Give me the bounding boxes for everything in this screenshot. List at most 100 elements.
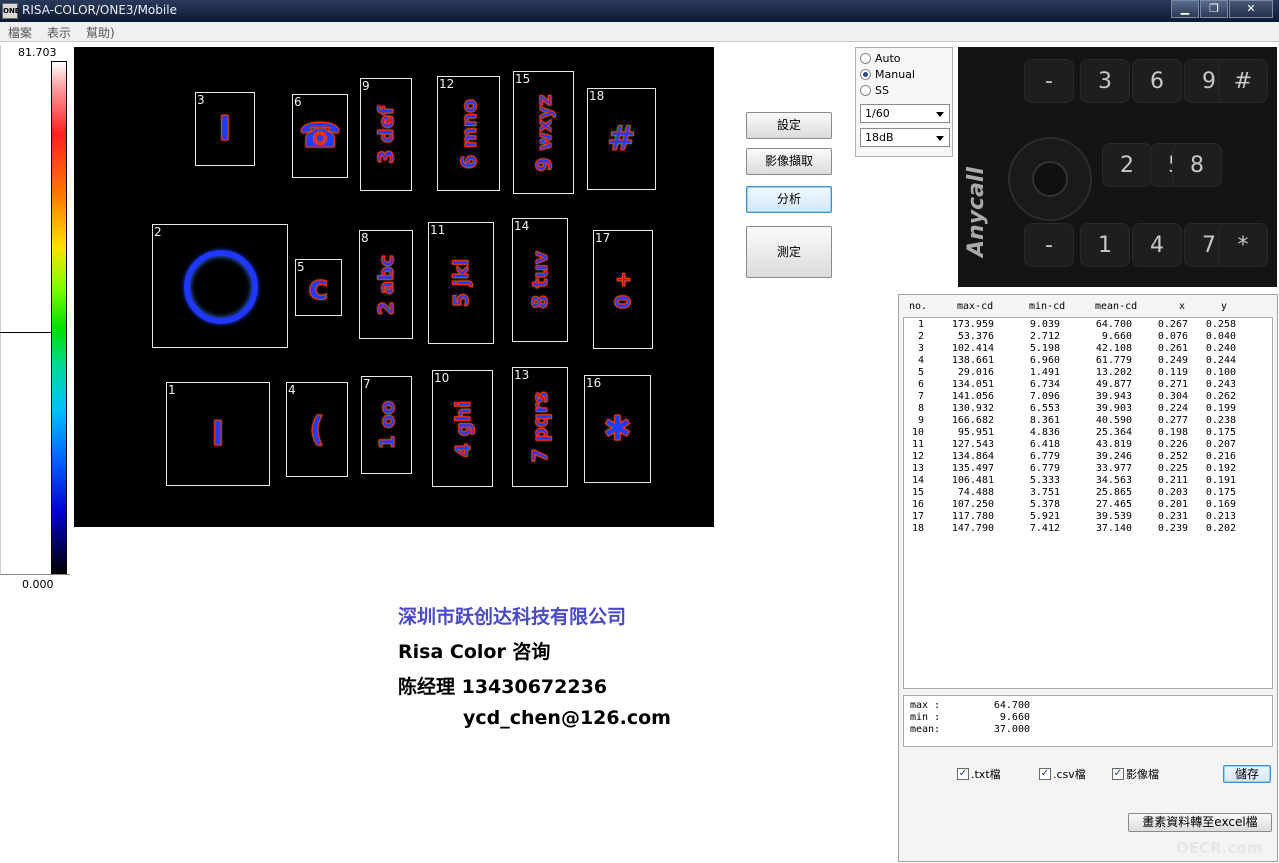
restore-button[interactable]: ❐ — [1200, 0, 1228, 18]
table-cell: 141.056 — [951, 391, 994, 402]
checkbox-label: .txt檔 — [971, 768, 1001, 781]
table-cell: 102.414 — [951, 343, 994, 354]
phone-nav-key — [1008, 137, 1092, 221]
shutter-value: 1/60 — [865, 107, 890, 120]
table-row[interactable]: 13 135.497 6.779 33.977 0.225 0.192 — [904, 463, 1272, 475]
table-cell: 12 — [911, 451, 924, 462]
roi-box-2[interactable]: 2 — [152, 224, 288, 348]
roi-box-16[interactable]: 16 ✱ — [584, 375, 651, 483]
table-row[interactable]: 16 107.250 5.378 27.465 0.201 0.169 — [904, 499, 1272, 511]
table-row[interactable]: 8 130.932 6.553 39.903 0.224 0.199 — [904, 403, 1272, 415]
table-row[interactable]: 18 147.790 7.412 37.140 0.239 0.202 — [904, 523, 1272, 535]
table-cell: 0.100 — [1205, 367, 1236, 378]
roi-box-15[interactable]: 15 9 wxyz — [513, 71, 574, 194]
table-row[interactable]: 10 95.951 4.836 25.364 0.198 0.175 — [904, 427, 1272, 439]
radio-manual-label: Manual — [875, 67, 915, 81]
roi-box-7[interactable]: 71 oo — [361, 376, 412, 474]
analyze-button[interactable]: 分析 — [746, 186, 832, 213]
save-option-1[interactable]: ✓ .csv檔 — [1039, 767, 1086, 781]
roi-box-13[interactable]: 13 7 pqrs — [512, 367, 568, 487]
stat-row: max : 64.700 — [910, 700, 1272, 712]
key-glyph: I — [211, 414, 225, 455]
radio-manual[interactable]: Manual — [860, 66, 915, 82]
key-glyph: c — [308, 267, 329, 308]
radio-manual-circle[interactable] — [860, 68, 871, 80]
capture-button[interactable]: 影像擷取 — [746, 148, 832, 175]
roi-number: 1 — [168, 383, 176, 397]
table-cell: 0.271 — [1157, 379, 1188, 390]
table-cell: 39.903 — [1095, 403, 1132, 414]
scale-bottom-line — [0, 574, 70, 575]
phone-key: * — [1218, 223, 1268, 267]
roi-box-8[interactable]: 8 2 abc — [359, 230, 413, 339]
roi-number: 2 — [154, 225, 162, 239]
table-cell: 0.267 — [1157, 319, 1188, 330]
phone-nav-center — [1032, 161, 1068, 197]
save-option-2[interactable]: ✓ 影像檔 — [1112, 767, 1159, 781]
roi-box-12[interactable]: 12 6 mno — [437, 76, 500, 191]
radio-ss-circle[interactable] — [860, 84, 871, 96]
checkbox[interactable]: ✓ — [1112, 768, 1124, 780]
roi-number: 12 — [439, 77, 455, 91]
shutter-select[interactable]: 1/60 — [860, 104, 950, 123]
phone-key: 3 — [1080, 59, 1130, 103]
roi-box-18[interactable]: 18 # — [587, 88, 656, 190]
roi-box-3[interactable]: 3I — [195, 92, 255, 166]
table-row[interactable]: 7 141.056 7.096 39.943 0.304 0.262 — [904, 391, 1272, 403]
measure-button[interactable]: 測定 — [746, 226, 832, 278]
table-cell: 6.553 — [1029, 403, 1060, 414]
color-scale-bar[interactable] — [51, 61, 67, 575]
stat-row: mean: 37.000 — [910, 724, 1272, 736]
table-cell: 0.040 — [1205, 331, 1236, 342]
menu-view[interactable]: 表示 — [45, 22, 78, 41]
table-row[interactable]: 6 134.051 6.734 49.877 0.271 0.243 — [904, 379, 1272, 391]
roi-box-10[interactable]: 10 4 ghi — [432, 370, 493, 487]
table-cell: 0.224 — [1157, 403, 1188, 414]
table-row[interactable]: 5 29.016 1.491 13.202 0.119 0.100 — [904, 367, 1272, 379]
radio-auto-circle[interactable] — [860, 52, 871, 64]
table-row[interactable]: 4 138.661 6.960 61.779 0.249 0.244 — [904, 355, 1272, 367]
table-cell: 0.216 — [1205, 451, 1236, 462]
roi-box-14[interactable]: 14 8 tuv — [512, 218, 568, 342]
save-button[interactable]: 儲存 — [1223, 765, 1271, 783]
checkbox[interactable]: ✓ — [1039, 768, 1051, 780]
settings-button[interactable]: 設定 — [746, 112, 832, 139]
window-controls: ▁ ❐ ✕ — [1170, 0, 1273, 20]
table-row[interactable]: 9 166.682 8.361 40.590 0.277 0.238 — [904, 415, 1272, 427]
close-button[interactable]: ✕ — [1229, 0, 1273, 18]
gain-select[interactable]: 18dB — [860, 128, 950, 147]
table-cell: 0.226 — [1157, 439, 1188, 450]
table-row[interactable]: 11 127.543 6.418 43.819 0.226 0.207 — [904, 439, 1272, 451]
col-min-cd: min-cd — [1029, 301, 1066, 312]
save-option-0[interactable]: ✓ .txt檔 — [957, 767, 1001, 781]
menu-help[interactable]: 幫助) — [84, 22, 122, 41]
table-row[interactable]: 14 106.481 5.333 34.563 0.211 0.191 — [904, 475, 1272, 487]
roi-box-17[interactable]: 17 0 + — [593, 230, 653, 349]
roi-box-1[interactable]: 1I — [166, 382, 270, 486]
table-row[interactable]: 1 173.959 9.039 64.700 0.267 0.258 — [904, 319, 1272, 331]
minimize-button[interactable]: ▁ — [1171, 0, 1199, 18]
roi-box-9[interactable]: 9 3 def — [360, 78, 412, 191]
radio-auto[interactable]: Auto — [860, 50, 901, 66]
results-list[interactable]: 1 173.959 9.039 64.700 0.267 0.258 2 53.376 2.71… — [903, 317, 1273, 689]
scale-cursor-line[interactable] — [0, 332, 51, 333]
table-row[interactable]: 2 53.376 2.712 9.660 0.076 0.040 — [904, 331, 1272, 343]
roi-box-11[interactable]: 11 5 jkl — [428, 222, 494, 344]
table-cell: 135.497 — [951, 463, 994, 474]
table-row[interactable]: 12 134.864 6.779 39.246 0.252 0.216 — [904, 451, 1272, 463]
table-cell: 5.921 — [1029, 511, 1060, 522]
table-cell: 0.238 — [1205, 415, 1236, 426]
roi-box-6[interactable]: 6 ☎ — [292, 94, 348, 178]
roi-box-4[interactable]: 4( — [286, 382, 348, 477]
table-row[interactable]: 17 117.780 5.921 39.539 0.231 0.213 — [904, 511, 1272, 523]
checkbox[interactable]: ✓ — [957, 768, 969, 780]
roi-number: 15 — [515, 72, 531, 86]
radio-ss[interactable]: SS — [860, 82, 889, 98]
roi-number: 7 — [363, 377, 371, 391]
table-row[interactable]: 3 102.414 5.198 42.108 0.261 0.240 — [904, 343, 1272, 355]
table-row[interactable]: 15 74.488 3.751 25.865 0.203 0.175 — [904, 487, 1272, 499]
menu-file[interactable]: 檔案 — [6, 22, 39, 41]
luminance-image[interactable]: 1 I 2 3 I 4(5 c 6 ☎ 7 1 oo 8 2 abc 9 3 def 10 4 ghi 11 5 j… — [74, 47, 714, 527]
export-excel-button[interactable]: 畫素資料轉至excel檔 — [1128, 813, 1272, 832]
roi-box-5[interactable]: 5c — [295, 259, 342, 316]
